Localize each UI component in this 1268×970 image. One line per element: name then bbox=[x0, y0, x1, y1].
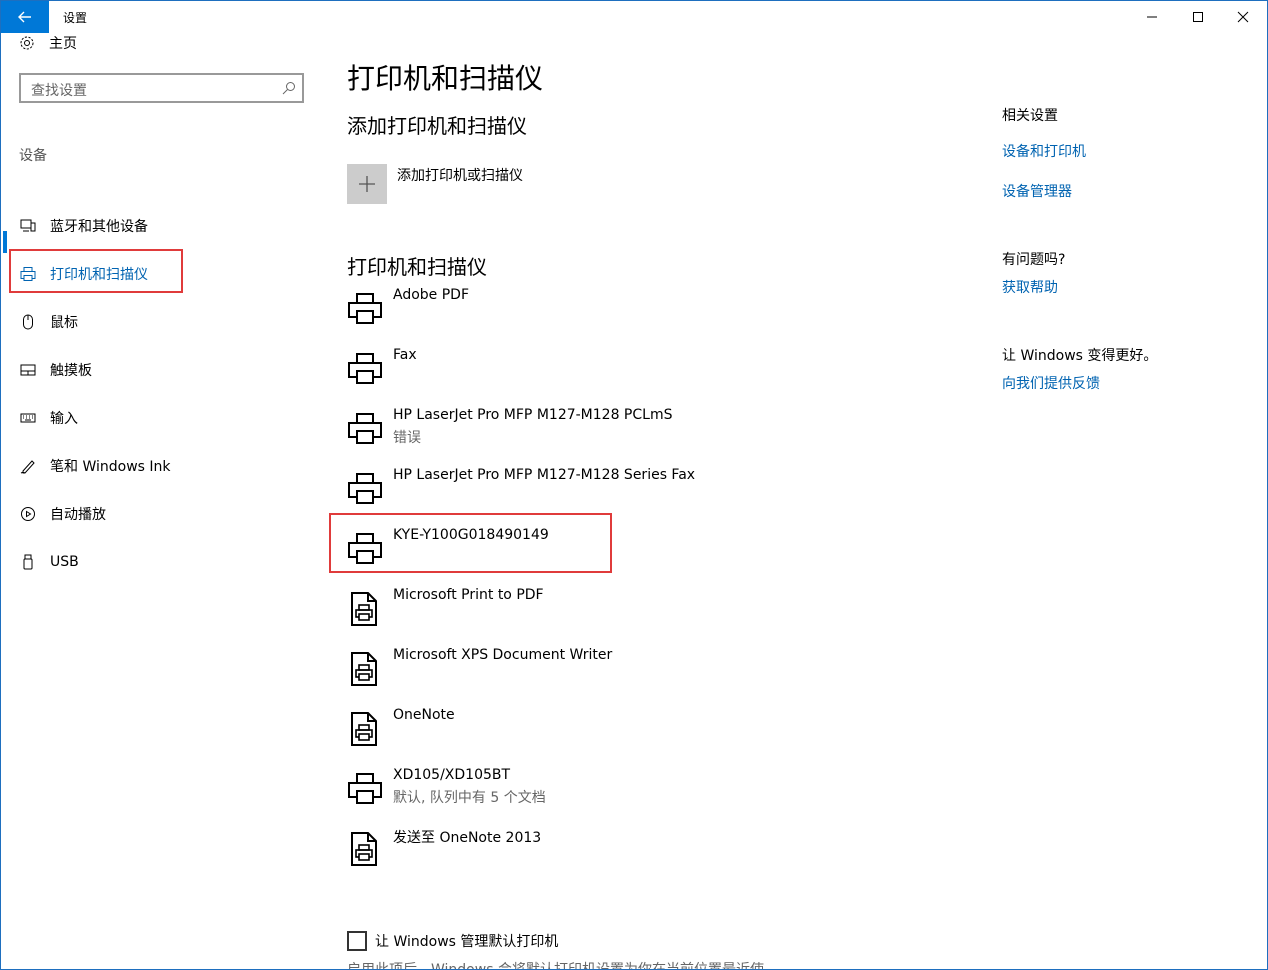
document-printer-icon bbox=[351, 712, 377, 746]
printer-name: HP LaserJet Pro MFP M127-M128 PCLmS bbox=[393, 407, 673, 423]
sidebar-item-autoplay[interactable]: 自动播放 bbox=[19, 502, 106, 526]
link-give-feedback[interactable]: 向我们提供反馈 bbox=[1002, 373, 1100, 393]
printer-item-send-to-onenote[interactable]: 发送至 OneNote 2013 bbox=[347, 827, 907, 879]
printer-icon bbox=[348, 293, 382, 324]
settings-window: 设置 主页 查找设置 设备 蓝牙和其他设备 打印机和扫描仪 鼠标 触摸板 输入 … bbox=[0, 0, 1268, 970]
sidebar-item-label: 蓝牙和其他设备 bbox=[50, 219, 148, 235]
sidebar-item-label: 自动播放 bbox=[50, 507, 106, 523]
highlight-box-printer bbox=[329, 513, 612, 573]
home-label: 主页 bbox=[49, 36, 77, 52]
highlight-box-sidebar bbox=[9, 249, 183, 293]
title-bar: 设置 bbox=[1, 1, 1267, 33]
search-input[interactable]: 查找设置 bbox=[19, 73, 304, 103]
sidebar-item-label: 笔和 Windows Ink bbox=[50, 459, 171, 475]
sidebar-item-label: USB bbox=[50, 554, 79, 570]
sidebar-item-label: 鼠标 bbox=[50, 315, 78, 331]
minimize-icon bbox=[1147, 16, 1157, 18]
printer-name: XD105/XD105BT bbox=[393, 767, 511, 783]
link-get-help[interactable]: 获取帮助 bbox=[1002, 277, 1058, 297]
printer-icon bbox=[348, 773, 382, 804]
keyboard-icon bbox=[19, 409, 37, 427]
printer-name: Microsoft Print to PDF bbox=[393, 587, 544, 603]
maximize-icon bbox=[1193, 12, 1203, 22]
page-title: 打印机和扫描仪 bbox=[347, 62, 544, 95]
link-devices-and-printers[interactable]: 设备和打印机 bbox=[1002, 141, 1086, 161]
add-section-title: 添加打印机和扫描仪 bbox=[347, 114, 527, 138]
sidebar-item-touchpad[interactable]: 触摸板 bbox=[19, 358, 92, 382]
sidebar-item-typing[interactable]: 输入 bbox=[19, 406, 78, 430]
back-arrow-icon bbox=[18, 11, 31, 23]
printer-icon bbox=[348, 353, 382, 384]
window-title: 设置 bbox=[63, 11, 88, 25]
back-button[interactable] bbox=[1, 1, 49, 33]
search-placeholder: 查找设置 bbox=[31, 83, 87, 99]
close-icon bbox=[1237, 11, 1249, 23]
sidebar-item-pen[interactable]: 笔和 Windows Ink bbox=[19, 454, 171, 478]
minimize-button[interactable] bbox=[1129, 1, 1175, 33]
sidebar-item-label: 触摸板 bbox=[50, 363, 92, 379]
mouse-icon bbox=[19, 313, 37, 331]
selection-indicator bbox=[3, 231, 7, 253]
printer-item-adobe-pdf[interactable]: Adobe PDF bbox=[347, 287, 907, 339]
manage-default-printer-checkbox[interactable] bbox=[347, 931, 367, 951]
printer-icon bbox=[348, 413, 382, 444]
printer-status: 错误 bbox=[393, 430, 421, 446]
gear-icon bbox=[20, 36, 34, 50]
document-printer-icon bbox=[351, 652, 377, 686]
sidebar-item-mouse[interactable]: 鼠标 bbox=[19, 310, 78, 334]
printer-name: HP LaserJet Pro MFP M127-M128 Series Fax bbox=[393, 467, 696, 483]
printer-name: Adobe PDF bbox=[393, 287, 470, 303]
home-nav-item[interactable]: 主页 bbox=[19, 33, 77, 53]
link-device-manager[interactable]: 设备管理器 bbox=[1002, 181, 1072, 201]
usb-icon bbox=[19, 553, 37, 571]
add-printer-button[interactable] bbox=[347, 164, 387, 204]
printer-item-fax[interactable]: Fax bbox=[347, 347, 907, 399]
related-settings-title: 相关设置 bbox=[1002, 108, 1058, 124]
printer-name: Microsoft XPS Document Writer bbox=[393, 647, 613, 663]
sidebar-item-label: 输入 bbox=[50, 411, 78, 427]
autoplay-icon bbox=[19, 505, 37, 523]
sidebar-item-bluetooth[interactable]: 蓝牙和其他设备 bbox=[19, 214, 148, 238]
printer-name: Fax bbox=[393, 347, 417, 363]
manage-default-printer-label[interactable]: 让 Windows 管理默认打印机 bbox=[375, 931, 558, 951]
printer-item-hp-fax[interactable]: HP LaserJet Pro MFP M127-M128 Series Fax bbox=[347, 467, 907, 519]
feedback-title: 让 Windows 变得更好。 bbox=[1002, 348, 1158, 364]
document-printer-icon bbox=[351, 832, 377, 866]
plus-icon bbox=[359, 176, 375, 192]
printers-section-title: 打印机和扫描仪 bbox=[347, 255, 487, 279]
printer-item-hp-pclms[interactable]: HP LaserJet Pro MFP M127-M128 PCLmS 错误 bbox=[347, 407, 907, 459]
bluetooth-devices-icon bbox=[19, 217, 37, 235]
printer-item-xd105[interactable]: XD105/XD105BT 默认, 队列中有 5 个文档 bbox=[347, 767, 907, 819]
sidebar-item-usb[interactable]: USB bbox=[19, 550, 79, 574]
close-button[interactable] bbox=[1220, 1, 1266, 33]
maximize-button[interactable] bbox=[1175, 1, 1221, 33]
add-printer-label[interactable]: 添加打印机或扫描仪 bbox=[397, 165, 523, 185]
document-printer-icon bbox=[351, 592, 377, 626]
section-label-devices: 设备 bbox=[19, 148, 47, 164]
pen-icon bbox=[19, 457, 37, 475]
printer-item-ms-xps[interactable]: Microsoft XPS Document Writer bbox=[347, 647, 907, 699]
printer-status: 默认, 队列中有 5 个文档 bbox=[393, 790, 546, 806]
printer-name: OneNote bbox=[393, 707, 455, 723]
printer-item-onenote[interactable]: OneNote bbox=[347, 707, 907, 759]
touchpad-icon bbox=[19, 361, 37, 379]
help-title: 有问题吗? bbox=[1002, 252, 1066, 268]
printer-item-ms-print-pdf[interactable]: Microsoft Print to PDF bbox=[347, 587, 907, 639]
manage-default-description: 启用此项后，Windows 会将默认打印机设置为你在当前位置最近使 bbox=[347, 962, 764, 970]
printer-name: 发送至 OneNote 2013 bbox=[393, 830, 542, 846]
printer-icon bbox=[348, 473, 382, 504]
search-icon bbox=[282, 82, 295, 95]
